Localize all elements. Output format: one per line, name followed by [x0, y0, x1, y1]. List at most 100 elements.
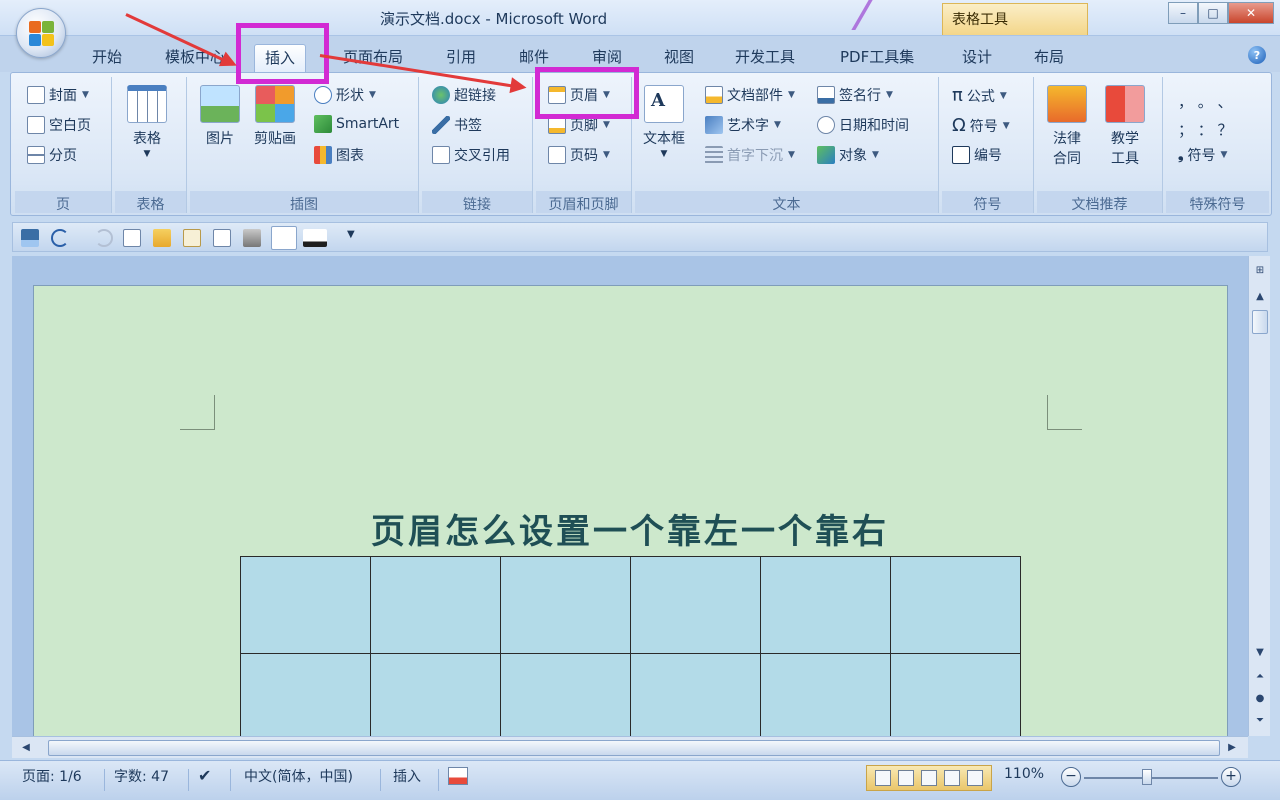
- textbox-button[interactable]: A 文本框 ▼: [643, 85, 685, 159]
- group-label-text: 文本: [635, 191, 938, 213]
- pen-color-icon[interactable]: [303, 229, 327, 247]
- ruler-toggle-icon[interactable]: ⊞: [1253, 264, 1267, 278]
- table-cell[interactable]: [890, 556, 1021, 654]
- tab-home[interactable]: 开始: [82, 44, 132, 72]
- document-heading[interactable]: 页眉怎么设置一个靠左一个靠右: [240, 504, 1020, 553]
- print-layout-view-icon[interactable]: [874, 770, 891, 786]
- law-contract-button[interactable]: 法律合同: [1047, 85, 1087, 169]
- minimize-button[interactable]: –: [1168, 2, 1198, 24]
- zoom-out-button[interactable]: −: [1061, 767, 1081, 787]
- drop-cap-button[interactable]: 首字下沉 ▼: [705, 145, 795, 165]
- tab-references[interactable]: 引用: [436, 44, 486, 72]
- chevron-down-icon: ▼: [1220, 150, 1228, 160]
- wordart-button[interactable]: 艺术字 ▼: [705, 115, 781, 135]
- table-cell[interactable]: [240, 556, 371, 654]
- table-cell[interactable]: [370, 556, 501, 654]
- picture-icon: [200, 85, 240, 123]
- print-preview-icon[interactable]: [123, 229, 141, 247]
- zoom-slider-thumb[interactable]: [1142, 769, 1153, 785]
- special-symbols-row-1[interactable]: ， 。 、: [1178, 91, 1233, 112]
- table-cell[interactable]: [500, 556, 631, 654]
- tab-developer[interactable]: 开发工具: [725, 44, 805, 72]
- new-document-icon[interactable]: [213, 229, 231, 247]
- tab-layout[interactable]: 布局: [1024, 44, 1074, 72]
- drop-cap-icon: [705, 146, 723, 164]
- wordart-icon: [705, 116, 723, 134]
- save-icon[interactable]: [21, 229, 39, 247]
- close-button[interactable]: ✕: [1228, 2, 1274, 24]
- undo-icon[interactable]: [51, 229, 69, 247]
- group-label-table: 表格: [115, 191, 186, 213]
- law-contract-icon: [1047, 85, 1087, 123]
- scroll-left-icon[interactable]: ◀: [18, 740, 34, 756]
- status-insert-mode[interactable]: 插入: [393, 766, 421, 786]
- picture-button[interactable]: 图片: [200, 85, 240, 149]
- vertical-scrollbar[interactable]: ⊞ ▲ ▼ ⏶ ● ⏷: [1248, 256, 1270, 736]
- redo-icon[interactable]: [95, 229, 113, 247]
- symbol-button[interactable]: Ω 符号 ▼: [952, 115, 1010, 136]
- clipart-button[interactable]: 剪贴画: [254, 85, 296, 149]
- shapes-icon: [314, 86, 332, 104]
- customize-qat-icon[interactable]: ▼: [347, 229, 365, 247]
- blank-page-button[interactable]: 空白页: [27, 115, 91, 135]
- status-language[interactable]: 中文(简体，中国): [244, 766, 353, 786]
- bookmark-button[interactable]: 书签: [432, 115, 482, 135]
- table-cell[interactable]: [630, 556, 761, 654]
- horizontal-scroll-thumb[interactable]: [48, 740, 1220, 756]
- group-pages: 封面 ▼ 空白页 分页 页: [15, 77, 112, 213]
- scroll-up-icon[interactable]: ▲: [1253, 290, 1267, 304]
- office-button[interactable]: [16, 8, 66, 58]
- teaching-tools-button[interactable]: 教学工具: [1105, 85, 1145, 169]
- special-symbols-row-2[interactable]: ； ： ？: [1178, 119, 1233, 140]
- macro-record-icon[interactable]: [448, 767, 468, 785]
- tab-design[interactable]: 设计: [952, 44, 1002, 72]
- full-screen-reading-view-icon[interactable]: [897, 770, 914, 786]
- smartart-button[interactable]: SmartArt: [314, 115, 399, 133]
- draft-view-icon[interactable]: [967, 770, 984, 786]
- shapes-button[interactable]: 形状 ▼: [314, 85, 376, 105]
- maximize-button[interactable]: □: [1198, 2, 1228, 24]
- cross-reference-button[interactable]: 交叉引用: [432, 145, 510, 165]
- help-icon[interactable]: ?: [1248, 46, 1266, 64]
- page-number-button[interactable]: 页码 ▼: [548, 145, 610, 165]
- outline-view-icon[interactable]: [944, 770, 961, 786]
- special-symbol-button[interactable]: ❟ 符号 ▼: [1178, 145, 1227, 165]
- scroll-down-icon[interactable]: ▼: [1253, 646, 1267, 660]
- printer-icon[interactable]: [243, 229, 261, 247]
- chart-button[interactable]: 图表: [314, 145, 364, 165]
- tab-view[interactable]: 视图: [654, 44, 704, 72]
- window-title: 演示文档.docx - Microsoft Word: [380, 10, 608, 28]
- tab-pdf-tools[interactable]: PDF工具集: [830, 44, 924, 72]
- horizontal-scrollbar[interactable]: ◀ ▶: [12, 736, 1248, 758]
- table-cell[interactable]: [760, 556, 891, 654]
- table-button[interactable]: 表格 ▼: [127, 85, 167, 159]
- chevron-down-icon: ▼: [603, 120, 610, 130]
- next-page-icon[interactable]: ⏷: [1253, 714, 1267, 728]
- select-browse-object-icon[interactable]: ●: [1253, 692, 1267, 706]
- scroll-right-icon[interactable]: ▶: [1224, 740, 1240, 756]
- ribbon: 封面 ▼ 空白页 分页 页 表格 ▼ 表格 图片 剪贴画 形状 ▼ SmartA…: [10, 72, 1272, 216]
- zoom-in-button[interactable]: +: [1221, 767, 1241, 787]
- cover-page-button[interactable]: 封面 ▼: [27, 85, 89, 105]
- numbering-button[interactable]: 编号: [952, 145, 1002, 165]
- previous-page-icon[interactable]: ⏶: [1253, 670, 1267, 684]
- page-break-button[interactable]: 分页: [27, 145, 77, 165]
- open-folder-icon[interactable]: [153, 229, 171, 247]
- window-controls: – □ ✕: [1168, 2, 1274, 24]
- status-word-count[interactable]: 字数: 47: [114, 766, 169, 786]
- hyperlink-button[interactable]: 超链接: [432, 85, 496, 105]
- zoom-level[interactable]: 110%: [1004, 766, 1044, 782]
- date-time-button[interactable]: 日期和时间: [817, 115, 909, 135]
- signature-line-button[interactable]: 签名行 ▼: [817, 85, 893, 105]
- web-layout-view-icon[interactable]: [920, 770, 937, 786]
- status-page-count[interactable]: 页面: 1/6: [22, 766, 82, 786]
- object-button[interactable]: 对象 ▼: [817, 145, 879, 165]
- quick-parts-button[interactable]: 文档部件 ▼: [705, 85, 795, 105]
- document-icon[interactable]: [183, 229, 201, 247]
- pi-icon: π: [952, 85, 963, 106]
- proofing-icon[interactable]: ✔: [198, 766, 211, 785]
- equation-button[interactable]: π 公式 ▼: [952, 85, 1007, 106]
- document-table[interactable]: [240, 556, 1021, 751]
- draw-table-icon[interactable]: [271, 226, 297, 250]
- vertical-scroll-thumb[interactable]: [1252, 310, 1268, 334]
